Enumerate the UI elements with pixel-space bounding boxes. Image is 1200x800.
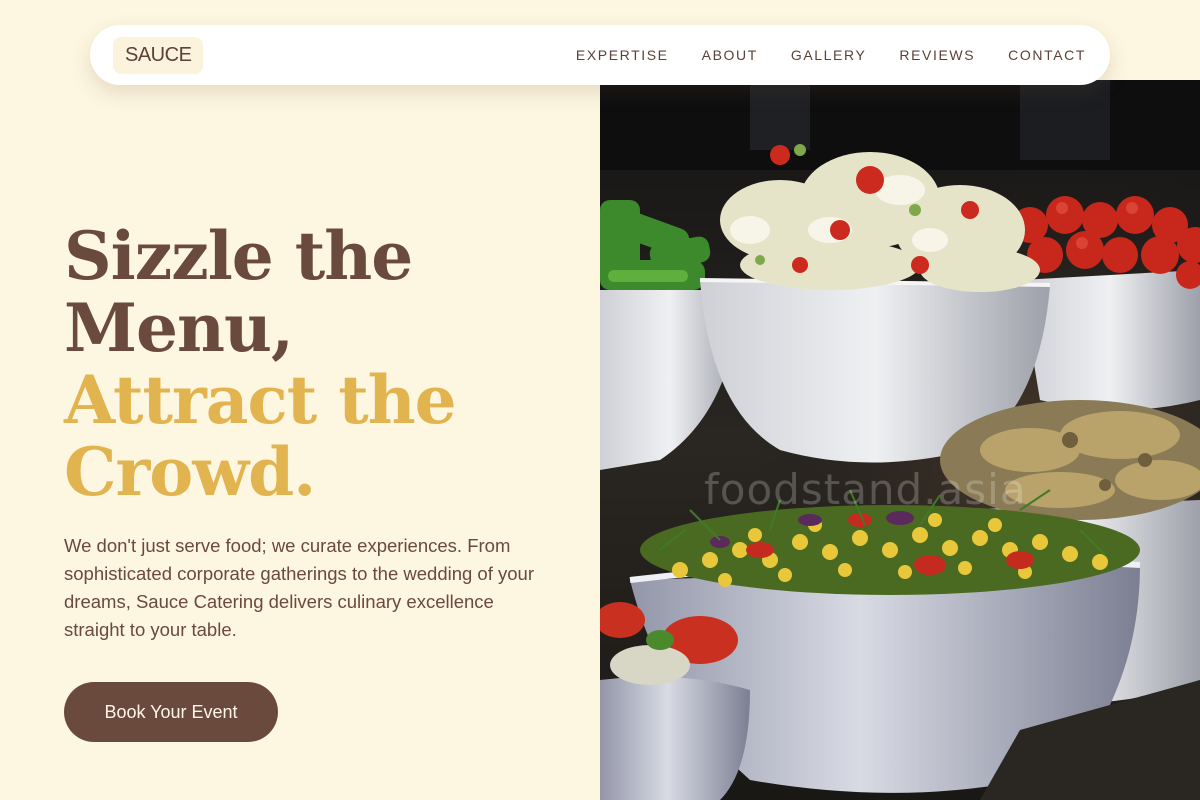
hero-food-image: foodstand.asia bbox=[600, 80, 1200, 800]
headline-line-4: Crowd. bbox=[64, 433, 316, 511]
hero-description: We don't just serve food; we curate expe… bbox=[64, 535, 534, 640]
brand-logo[interactable]: SAUCE bbox=[113, 36, 204, 74]
nav-link-contact[interactable]: CONTACT bbox=[1008, 47, 1086, 63]
top-navbar: SAUCE EXPERTISE ABOUT GALLERY REVIEWS CO… bbox=[90, 25, 1110, 85]
image-watermark: foodstand.asia bbox=[704, 465, 1027, 514]
nav-link-about[interactable]: ABOUT bbox=[702, 47, 758, 63]
nav-links: EXPERTISE ABOUT GALLERY REVIEWS CONTACT bbox=[576, 47, 1086, 63]
headline-line-3: Attract the bbox=[64, 361, 457, 439]
book-event-button[interactable]: Book Your Event bbox=[64, 682, 278, 742]
nav-link-reviews[interactable]: REVIEWS bbox=[899, 47, 975, 63]
nav-link-gallery[interactable]: GALLERY bbox=[791, 47, 867, 63]
headline-line-1: Sizzle the bbox=[64, 217, 413, 295]
nav-link-expertise[interactable]: EXPERTISE bbox=[576, 47, 669, 63]
headline-line-2: Menu, bbox=[64, 289, 294, 367]
hero-headline: Sizzle the Menu, Attract the Crowd. bbox=[64, 217, 457, 511]
